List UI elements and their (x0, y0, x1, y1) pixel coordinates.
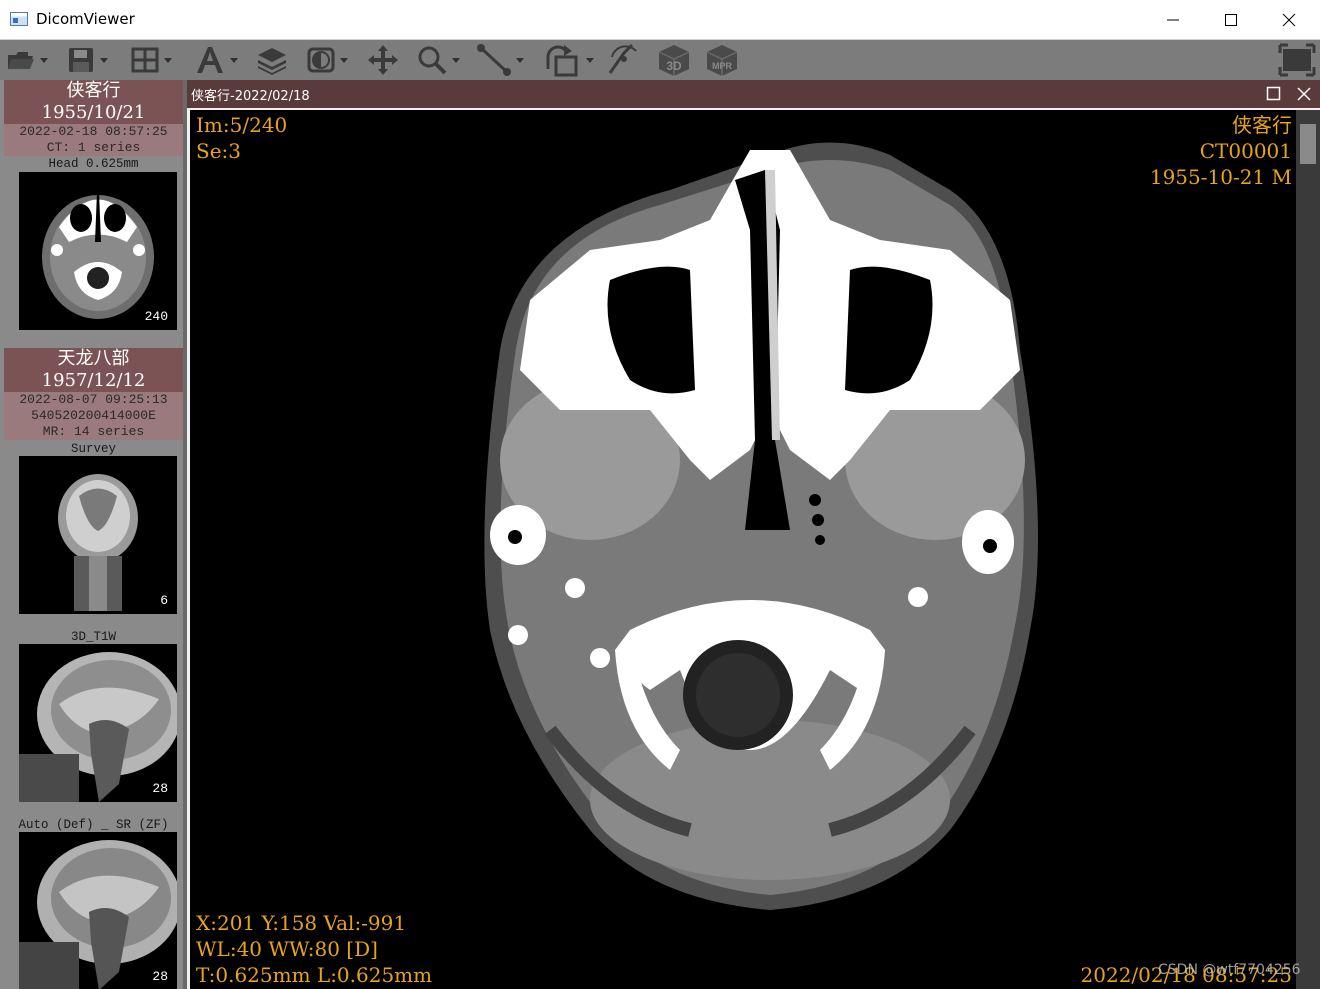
rotate-button[interactable] (544, 43, 594, 77)
close-icon (1282, 13, 1296, 27)
app-icon (10, 12, 28, 26)
study-datetime: 2022-08-07 09:25:13 (19, 392, 168, 407)
viewer-scrollbar[interactable] (1296, 110, 1320, 989)
toolbar: 3D MPR (0, 40, 1320, 80)
series-thumbnail[interactable]: 28 (19, 644, 177, 802)
image-count: 240 (144, 309, 168, 324)
overlay-thickness: T:0.625mm L:0.625mm (196, 963, 433, 987)
series-panel: 侠客行 1955/10/21 2022-02-18 08:57:25 CT: 1… (0, 80, 187, 989)
viewer-maximize-button[interactable] (1265, 85, 1283, 103)
patient-name: 侠客行 (66, 80, 121, 101)
overlay-patient-id: CT00001 (1199, 139, 1292, 163)
image-count: 28 (152, 781, 168, 796)
layout-grid-icon (131, 47, 159, 73)
series-thumbnail[interactable]: 28 (19, 832, 177, 989)
annotation-text-icon (197, 47, 223, 73)
window-title: DicomViewer (36, 10, 135, 28)
study-id: 540520200414000E (31, 408, 156, 423)
fullscreen-icon (1278, 43, 1316, 77)
watermark: CSDN @wtf7704256 (1158, 962, 1301, 978)
study-datetime: 2022-02-18 08:57:25 (19, 124, 168, 139)
overlay-patient-name: 侠客行 (1232, 113, 1292, 137)
series-label: Auto (Def) _ SR (ZF) (18, 818, 169, 832)
save-button[interactable] (66, 43, 108, 77)
annotation-button[interactable] (194, 43, 238, 77)
patient-header[interactable]: 天龙八部 1957/12/12 (4, 348, 183, 392)
mr-sagittal-thumbnail-image (19, 840, 177, 989)
pan-button[interactable] (366, 43, 400, 77)
series-label: Head 0.625mm (48, 157, 139, 171)
cine-button[interactable] (606, 43, 640, 77)
patient-info-overlay: 侠客行 CT00001 1955-10-21 M (1150, 112, 1292, 190)
3d-icon: 3D (658, 45, 690, 76)
window-level-icon (307, 47, 335, 73)
patient-name: 天龙八部 (57, 348, 130, 369)
layout-button[interactable] (130, 43, 172, 77)
minimize-button[interactable] (1144, 0, 1202, 40)
image-count: 28 (152, 969, 168, 984)
modality-info: MR: 14 series (42, 424, 145, 439)
scrollbar-thumb[interactable] (1300, 124, 1316, 164)
patient-dob: 1955/10/21 (41, 102, 146, 123)
maximize-icon (1225, 14, 1237, 26)
save-icon (69, 48, 93, 72)
3d-button[interactable]: 3D (656, 43, 692, 77)
overlay-window: WL:40 WW:80 [D] (196, 937, 378, 961)
measure-button[interactable] (476, 43, 524, 77)
pan-icon (368, 45, 398, 75)
image-index-overlay: Im:5/240 Se:3 (196, 113, 288, 163)
mr-sagittal-thumbnail-image (19, 652, 177, 802)
viewer-close-button[interactable] (1295, 85, 1313, 103)
series-label: 3D_T1W (70, 630, 116, 644)
overlay-cursor: X:201 Y:158 Val:-991 (196, 911, 407, 935)
svg-text:3D: 3D (666, 59, 682, 73)
open-icon (8, 52, 34, 69)
zoom-icon (418, 46, 447, 75)
mpr-icon: MPR (706, 45, 738, 76)
image-count: 6 (160, 593, 168, 608)
open-button[interactable] (6, 43, 48, 77)
zoom-button[interactable] (416, 43, 460, 77)
overlay-patient-dob-sex: 1955-10-21 M (1149, 165, 1292, 189)
svg-text:MPR: MPR (712, 61, 733, 71)
rotate-icon (546, 45, 578, 77)
series-thumbnail[interactable]: 6 (19, 456, 177, 614)
minimize-icon (1167, 19, 1179, 21)
series-thumbnail[interactable]: 240 (19, 172, 177, 330)
viewer-title: 侠客行-2022/02/18 (191, 89, 310, 104)
patient-dob: 1957/12/12 (41, 370, 146, 391)
layers-icon (258, 48, 286, 75)
modality-info: CT: 1 series (46, 140, 141, 155)
ct-axial-head-image (484, 142, 1038, 910)
study-info[interactable]: 2022-02-18 08:57:25 CT: 1 series (4, 124, 183, 156)
cine-icon (608, 43, 637, 74)
patient-header[interactable]: 侠客行 1955/10/21 (4, 80, 183, 124)
sidebar-scrollbar[interactable] (183, 80, 187, 989)
measure-icon (477, 44, 511, 76)
maximize-icon (1266, 86, 1281, 101)
image-viewport[interactable]: Im:5/240 Se:3 侠客行 CT00001 1955-10-21 M X… (190, 110, 1296, 989)
mr-survey-thumbnail-image (58, 474, 138, 611)
viewer-header: 侠客行-2022/02/18 (187, 80, 1320, 108)
maximize-button[interactable] (1202, 0, 1260, 40)
window-level-button[interactable] (306, 43, 348, 77)
ct-head-thumbnail-image (42, 192, 154, 319)
cursor-info-overlay: X:201 Y:158 Val:-991 WL:40 WW:80 [D] T:0… (196, 910, 432, 988)
close-icon (1297, 87, 1311, 101)
study-info[interactable]: 2022-08-07 09:25:13 540520200414000E MR:… (4, 392, 183, 440)
mpr-button[interactable]: MPR (704, 43, 740, 77)
layers-button[interactable] (256, 43, 288, 77)
series-label: Survey (70, 442, 116, 456)
window-titlebar: DicomViewer (0, 0, 1320, 40)
close-button[interactable] (1260, 0, 1318, 40)
fullscreen-button[interactable] (1278, 43, 1316, 77)
